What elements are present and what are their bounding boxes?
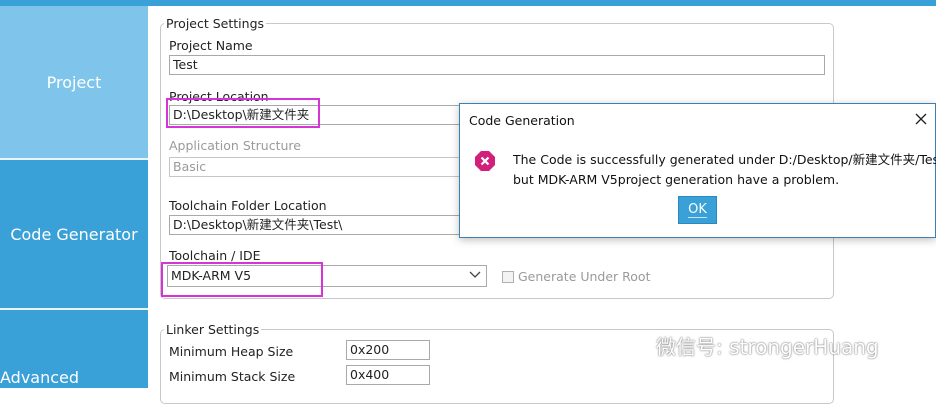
error-icon xyxy=(475,151,495,171)
project-location-input[interactable]: D:\Desktop\新建文件夹 xyxy=(169,105,489,125)
sidebar-item-label: Code Generator xyxy=(10,224,138,244)
sidebar-item-code-generator[interactable]: Code Generator xyxy=(0,160,148,308)
chevron-down-icon xyxy=(469,271,481,278)
sidebar: Project Code Generator Advanced Settings xyxy=(0,6,148,406)
dialog-message-line2: but MDK-ARM V5project generation have a … xyxy=(513,172,840,187)
min-heap-input[interactable]: 0x200 xyxy=(346,340,430,360)
dialog-title: Code Generation xyxy=(469,113,575,128)
generate-under-root-label: Generate Under Root xyxy=(518,269,651,284)
toolchain-ide-label: Toolchain / IDE xyxy=(169,248,261,263)
sidebar-item-label: Advanced Settings xyxy=(0,368,80,406)
code-generation-dialog: Code Generation The Code is successfully… xyxy=(459,103,936,238)
project-settings-legend: Project Settings xyxy=(166,16,265,31)
sidebar-divider xyxy=(0,308,148,310)
min-heap-label: Minimum Heap Size xyxy=(169,344,294,359)
project-name-input[interactable]: Test xyxy=(169,55,825,75)
watermark-text: 微信号: strongerHuang xyxy=(656,334,879,359)
ok-button[interactable]: OK xyxy=(678,196,717,224)
application-structure-label: Application Structure xyxy=(169,138,301,153)
toolchain-ide-select[interactable]: MDK-ARM V5 xyxy=(167,265,487,287)
dialog-message-line1: The Code is successfully generated under… xyxy=(513,152,936,167)
toolchain-folder-input[interactable]: D:\Desktop\新建文件夹\Test\ xyxy=(169,215,489,235)
toolchain-ide-value: MDK-ARM V5 xyxy=(171,268,252,283)
ok-button-label: OK xyxy=(688,202,707,218)
application-structure-select: Basic xyxy=(169,157,489,177)
min-stack-input[interactable]: 0x400 xyxy=(346,365,430,385)
sidebar-item-advanced-settings[interactable]: Advanced Settings xyxy=(0,368,148,406)
project-name-label: Project Name xyxy=(169,38,253,53)
sidebar-item-label: Project xyxy=(46,72,102,92)
close-icon[interactable] xyxy=(915,113,927,125)
toolchain-folder-label: Toolchain Folder Location xyxy=(169,198,327,213)
wechat-watermark: 微信号: strongerHuang xyxy=(620,330,879,360)
project-location-label: Project Location xyxy=(169,89,269,104)
min-stack-label: Minimum Stack Size xyxy=(169,369,296,384)
sidebar-item-project[interactable]: Project xyxy=(0,6,148,158)
generate-under-root-checkbox xyxy=(502,271,514,283)
wechat-icon xyxy=(620,333,649,357)
linker-settings-legend: Linker Settings xyxy=(166,322,260,337)
